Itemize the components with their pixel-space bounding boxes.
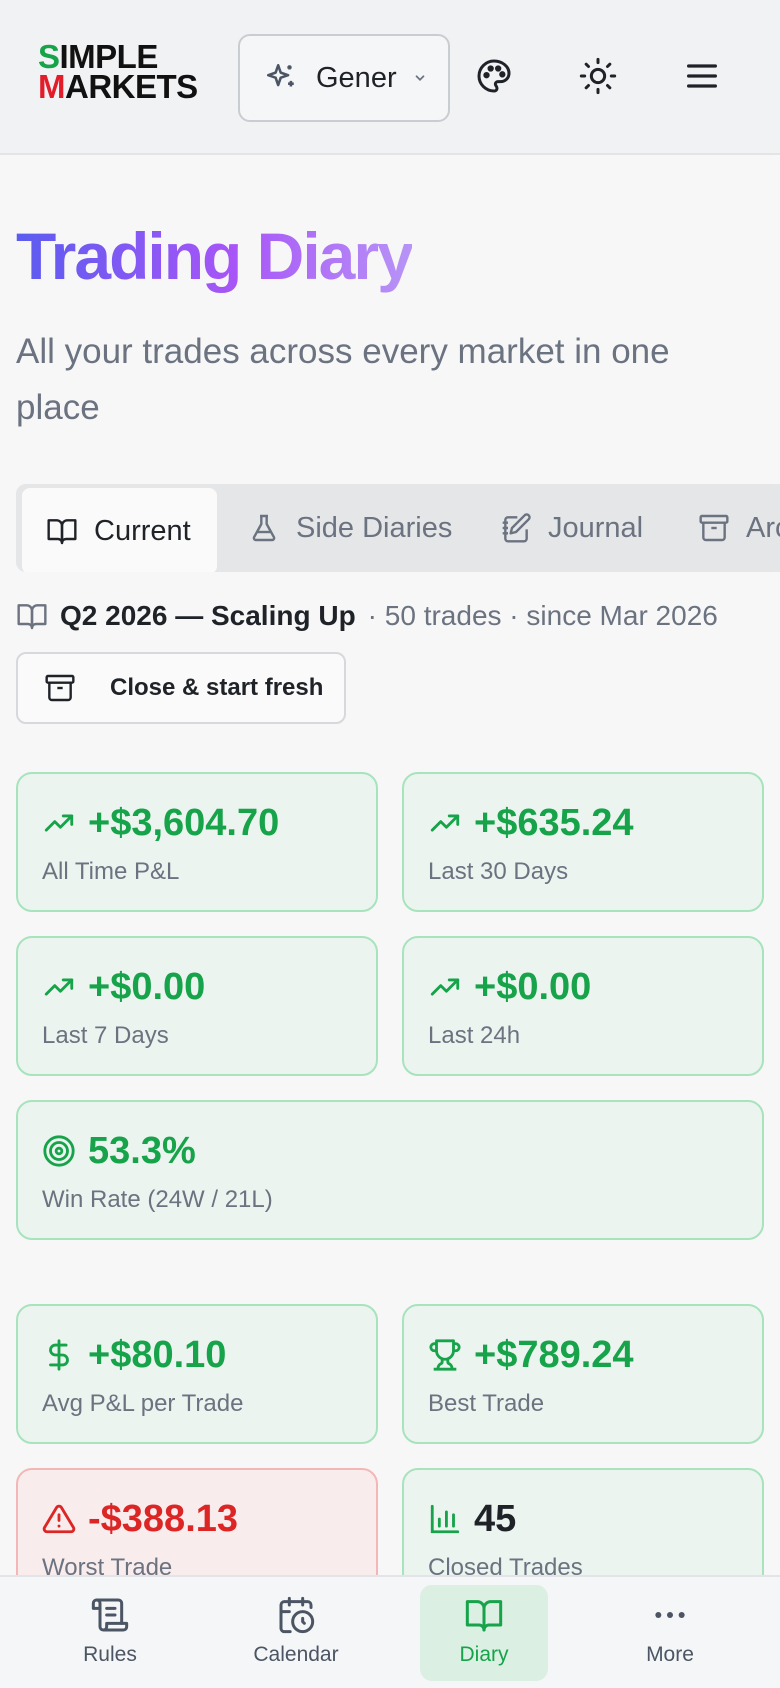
- stat-card-last-7-days: +$0.00 Last 7 Days: [16, 936, 378, 1076]
- stat-label: Last 30 Days: [428, 858, 569, 885]
- stat-card-avg-pl: +$80.10 Avg P&L per Trade: [16, 1304, 378, 1444]
- stat-label: Win Rate (24W / 21L): [42, 1186, 273, 1213]
- stat-card-last-30-days: +$635.24 Last 30 Days: [402, 772, 764, 912]
- nav-more[interactable]: More: [606, 1585, 734, 1681]
- nav-rules[interactable]: Rules: [46, 1585, 174, 1681]
- tab-label: Current: [94, 514, 191, 547]
- stat-value: 53.3%: [88, 1130, 196, 1172]
- close-start-fresh-label: Close & start fresh: [110, 674, 324, 701]
- alert-triangle-icon: [42, 1504, 76, 1534]
- stat-card-all-time: +$3,604.70 All Time P&L: [16, 772, 378, 912]
- page-subtitle: All your trades across every market in o…: [16, 332, 670, 427]
- diary-meta: · 50 trades · since Mar 2026: [367, 600, 718, 631]
- stat-label: Avg P&L per Trade: [42, 1390, 244, 1417]
- sun-icon[interactable]: [578, 56, 618, 96]
- nav-label: Rules: [83, 1643, 137, 1666]
- dollar-sign-icon: [49, 1339, 69, 1371]
- scroll-icon: [91, 1598, 129, 1632]
- diary-name: Q2 2026 — Scaling Up: [60, 600, 356, 631]
- notebook-pen-icon: [502, 513, 531, 543]
- stat-card-best-trade: +$789.24 Best Trade: [402, 1304, 764, 1444]
- tab-side-diaries[interactable]: Side Diaries: [248, 484, 452, 572]
- model-select-value: Gener: [316, 61, 397, 94]
- app-header: SIMPLE MARKETS Gener: [0, 0, 780, 155]
- archive-icon: [699, 514, 729, 542]
- nav-diary[interactable]: Diary: [420, 1585, 548, 1681]
- trending-up-icon: [44, 814, 74, 832]
- trending-up-icon: [430, 978, 460, 996]
- target-icon: [43, 1135, 75, 1167]
- stat-label: Best Trade: [428, 1390, 545, 1417]
- menu-icon[interactable]: [682, 56, 722, 96]
- chevron-down-icon: [415, 75, 424, 81]
- tab-label: Side Diaries: [296, 511, 453, 544]
- trending-up-icon: [44, 978, 74, 996]
- trophy-icon: [429, 1339, 461, 1371]
- calendar-clock-icon: [279, 1596, 315, 1634]
- tab-archive[interactable]: Archive: [698, 484, 780, 572]
- close-start-fresh-button[interactable]: Close & start fresh: [16, 652, 346, 724]
- archive-icon: [45, 674, 75, 702]
- trending-up-icon: [430, 814, 460, 832]
- diary-tabs: Current Side Diaries Journal Archive: [16, 484, 780, 572]
- nav-calendar[interactable]: Calendar: [232, 1585, 360, 1681]
- stat-value: 45: [474, 1498, 517, 1540]
- book-open-icon: [465, 1600, 503, 1632]
- more-horizontal-icon: [655, 1612, 685, 1618]
- stat-label: All Time P&L: [42, 858, 180, 885]
- stat-label: Last 7 Days: [42, 1022, 169, 1049]
- book-open-icon: [17, 604, 47, 630]
- bar-chart-icon: [430, 1504, 460, 1534]
- stat-card-last-24h: +$0.00 Last 24h: [402, 936, 764, 1076]
- sparkles-icon: [266, 63, 294, 87]
- nav-label: Calendar: [253, 1643, 339, 1666]
- tab-current[interactable]: Current: [22, 488, 217, 572]
- page-title: Trading Diary: [16, 219, 414, 293]
- stat-value: +$635.24: [474, 802, 634, 844]
- stat-value: +$0.00: [88, 966, 206, 1008]
- stat-card-win-rate: 53.3% Win Rate (24W / 21L): [16, 1100, 764, 1240]
- palette-icon[interactable]: [474, 56, 514, 96]
- simple-markets-logo[interactable]: SIMPLE MARKETS: [38, 40, 206, 106]
- model-select[interactable]: Gener: [238, 34, 450, 122]
- nav-label: More: [646, 1643, 694, 1666]
- tab-journal[interactable]: Journal: [500, 484, 643, 572]
- tab-label: Archive: [746, 511, 780, 544]
- stat-value: +$789.24: [474, 1334, 634, 1376]
- nav-label: Diary: [459, 1643, 509, 1666]
- stat-value: +$80.10: [88, 1334, 227, 1376]
- tab-label: Journal: [548, 511, 644, 544]
- flask-icon: [252, 514, 276, 542]
- current-diary-info: Q2 2026 — Scaling Up · 50 trades · since…: [16, 598, 718, 634]
- stat-value: -$388.13: [88, 1498, 239, 1540]
- stat-label: Last 24h: [428, 1022, 521, 1049]
- book-open-icon: [47, 519, 77, 545]
- bottom-navigation: Rules Calendar Diary More: [0, 1575, 780, 1688]
- stat-value: +$3,604.70: [88, 802, 280, 844]
- stat-value: +$0.00: [474, 966, 592, 1008]
